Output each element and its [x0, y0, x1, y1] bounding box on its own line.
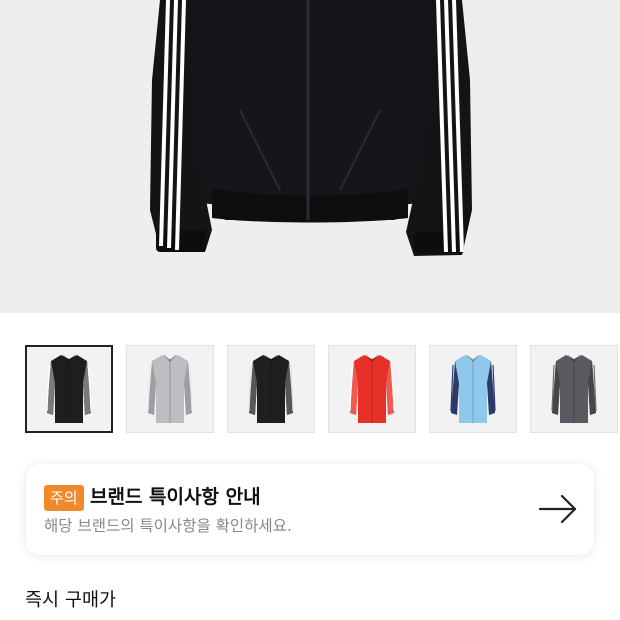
variant-thumb-black-track-jacket-alt[interactable]: [227, 345, 315, 433]
variant-thumb-black-track-jacket[interactable]: [25, 345, 113, 433]
jacket-icon: [248, 354, 294, 423]
caution-badge: 주의: [44, 485, 84, 511]
notice-title: 브랜드 특이사항 안내: [90, 486, 261, 508]
variant-thumb-charcoal-track-jacket[interactable]: [530, 345, 618, 433]
instant-buy-price-label: 즉시 구매가: [25, 590, 116, 611]
variant-thumb-sky-blue-track-jacket[interactable]: [429, 345, 517, 433]
product-main-image[interactable]: [0, 0, 620, 313]
jacket-icon: [450, 354, 496, 423]
variant-thumb-red-track-jacket[interactable]: [328, 345, 416, 433]
jacket-icon: [349, 354, 395, 423]
color-variant-list: [25, 345, 620, 434]
arrow-right-icon[interactable]: [538, 493, 578, 529]
jacket-illustration: [150, 0, 472, 256]
notice-description: 해당 브랜드의 특이사항을 확인하세요.: [44, 517, 292, 535]
jacket-icon: [46, 354, 92, 423]
jacket-icon: [147, 354, 193, 423]
brand-notice-card[interactable]: 주의 브랜드 특이사항 안내 해당 브랜드의 특이사항을 확인하세요.: [26, 464, 594, 555]
variant-thumb-gray-track-jacket[interactable]: [126, 345, 214, 433]
jacket-icon: [551, 354, 597, 423]
